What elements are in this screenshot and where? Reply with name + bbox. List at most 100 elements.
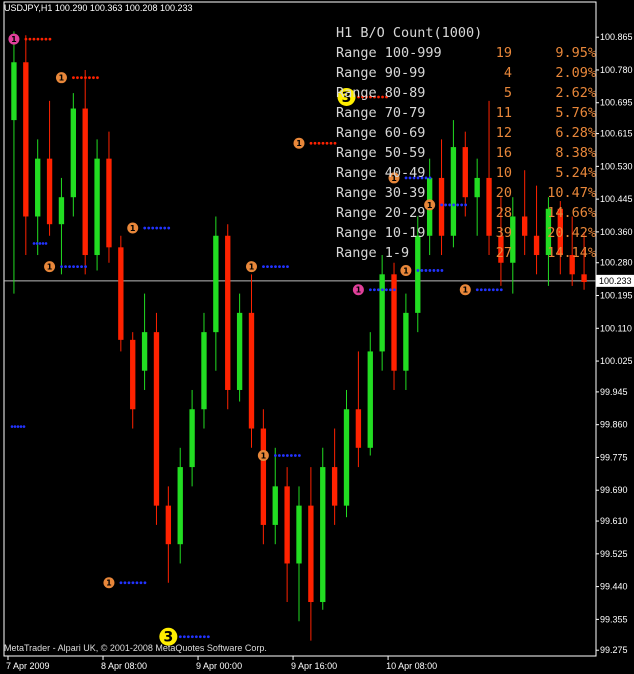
stats-range-label: Range 50-59 — [336, 145, 426, 161]
projection-dot — [64, 265, 67, 269]
symbol-ohlc-label: USDJPY,H1 100.290 100.363 100.208 100.23… — [4, 3, 193, 13]
time-tick-label: 9 Apr 16:00 — [291, 661, 337, 671]
stats-percent: 6.28% — [555, 125, 596, 141]
projection-dot — [182, 635, 186, 639]
projection-dot — [479, 288, 483, 292]
projection-dot — [40, 37, 44, 41]
stats-row: Range 50-59 16 8.38% — [336, 143, 596, 163]
projection-dot — [96, 76, 99, 80]
bear-candle — [82, 108, 88, 256]
stats-percent: 5.76% — [555, 105, 596, 121]
projection-dot — [13, 425, 17, 428]
breakout-marker-label: 1 — [59, 74, 65, 83]
current-price-label: 100.233 — [599, 276, 632, 286]
price-tick-label: 99.610 — [600, 516, 628, 526]
projection-dot — [167, 226, 171, 230]
price-tick-label: 99.440 — [600, 582, 628, 592]
projection-dot — [151, 226, 155, 230]
price-tick-label: 100.445 — [600, 194, 633, 204]
projection-dot — [28, 37, 32, 41]
bull-candle — [272, 486, 278, 525]
bull-candle — [403, 312, 409, 371]
chart-area[interactable]: 100.865 100.780 100.695 100.615 100.530 100.4… — [0, 0, 634, 674]
copyright-text: MetaTrader - Alpari UK, © 2001-2008 Meta… — [4, 643, 267, 653]
projection-dot — [440, 269, 444, 272]
breakout-marker-label: 1 — [261, 452, 267, 461]
bear-candle — [165, 505, 172, 545]
price-tick-label: 100.280 — [600, 258, 633, 268]
bear-candle — [260, 428, 267, 525]
projection-dot — [416, 269, 420, 272]
stats-row: Range 100-999 19 9.95% — [336, 43, 596, 63]
bull-candle — [35, 158, 41, 217]
breakout-stats-panel: H1 B/O Count(1000) Range 100-999 19 9.95% R… — [336, 23, 596, 263]
projection-dot — [76, 76, 79, 80]
bear-candle — [284, 486, 290, 564]
price-tick-label: 99.690 — [600, 485, 628, 495]
projection-dot — [32, 242, 36, 245]
projection-dot — [262, 265, 265, 269]
projection-dot — [282, 265, 285, 269]
stats-count: 39 — [495, 225, 512, 241]
bear-candle — [248, 312, 255, 429]
breakout-marker-label: 1 — [403, 266, 409, 275]
projection-dot — [321, 141, 325, 145]
bull-candle — [320, 467, 326, 603]
projection-dot — [44, 37, 48, 41]
stats-range-label: Range 60-69 — [336, 125, 426, 141]
projection-dot — [499, 288, 503, 292]
stats-count: 4 — [503, 65, 512, 81]
stats-row: Range 90-99 4 2.09% — [336, 63, 596, 83]
projection-dot — [380, 288, 384, 292]
projection-dot — [428, 269, 432, 272]
projection-dot — [22, 425, 26, 428]
bull-candle — [379, 274, 385, 352]
bear-candle — [355, 409, 362, 448]
stats-row: Range 60-69 12 6.28% — [336, 123, 596, 143]
projection-dot — [491, 288, 495, 292]
stats-row: Range 40-49 10 5.24% — [336, 163, 596, 183]
bear-candle — [225, 235, 231, 390]
price-tick-label: 99.860 — [600, 420, 628, 430]
stats-count: 16 — [495, 145, 512, 161]
projection-dot — [317, 141, 321, 145]
projection-dot — [392, 288, 396, 292]
stats-row: Range 30-39 20 10.47% — [336, 183, 596, 203]
breakout-marker-label: 1 — [296, 139, 302, 148]
projection-dot — [131, 581, 135, 585]
projection-dot — [80, 265, 83, 269]
stats-range-label: Range 20-29 — [336, 205, 426, 221]
price-tick-label: 99.945 — [600, 387, 628, 397]
projection-dot — [123, 581, 127, 585]
stats-row: Range 80-89 5 2.62% — [336, 83, 596, 103]
bull-candle — [70, 108, 76, 198]
projection-dot — [194, 635, 198, 639]
projection-dot — [198, 635, 202, 639]
time-tick-label: 10 Apr 08:00 — [386, 661, 437, 671]
projection-dot — [475, 288, 479, 292]
bear-candle — [46, 158, 53, 225]
projection-dot — [420, 269, 424, 272]
stats-count: 5 — [503, 85, 512, 101]
projection-dot — [38, 242, 42, 245]
projection-dot — [388, 288, 392, 292]
stats-percent: 14.14% — [547, 245, 596, 261]
bull-candle — [213, 235, 219, 333]
time-tick-label: 8 Apr 08:00 — [101, 661, 147, 671]
projection-dot — [190, 635, 194, 639]
bull-candle — [94, 158, 100, 256]
price-tick-label: 99.275 — [600, 645, 628, 655]
projection-dot — [384, 288, 388, 292]
price-tick-label: 100.360 — [600, 227, 633, 237]
projection-dot — [285, 454, 289, 457]
projection-dot — [159, 226, 163, 230]
bull-candle — [141, 332, 148, 371]
breakout-marker-label: 1 — [130, 224, 136, 233]
projection-dot — [155, 226, 159, 230]
bull-candle — [236, 312, 243, 390]
stats-count: 20 — [495, 185, 512, 201]
stats-percent: 20.42% — [547, 225, 596, 241]
projection-dot — [206, 635, 210, 639]
bear-candle — [130, 339, 136, 410]
price-tick-label: 100.025 — [600, 356, 633, 366]
